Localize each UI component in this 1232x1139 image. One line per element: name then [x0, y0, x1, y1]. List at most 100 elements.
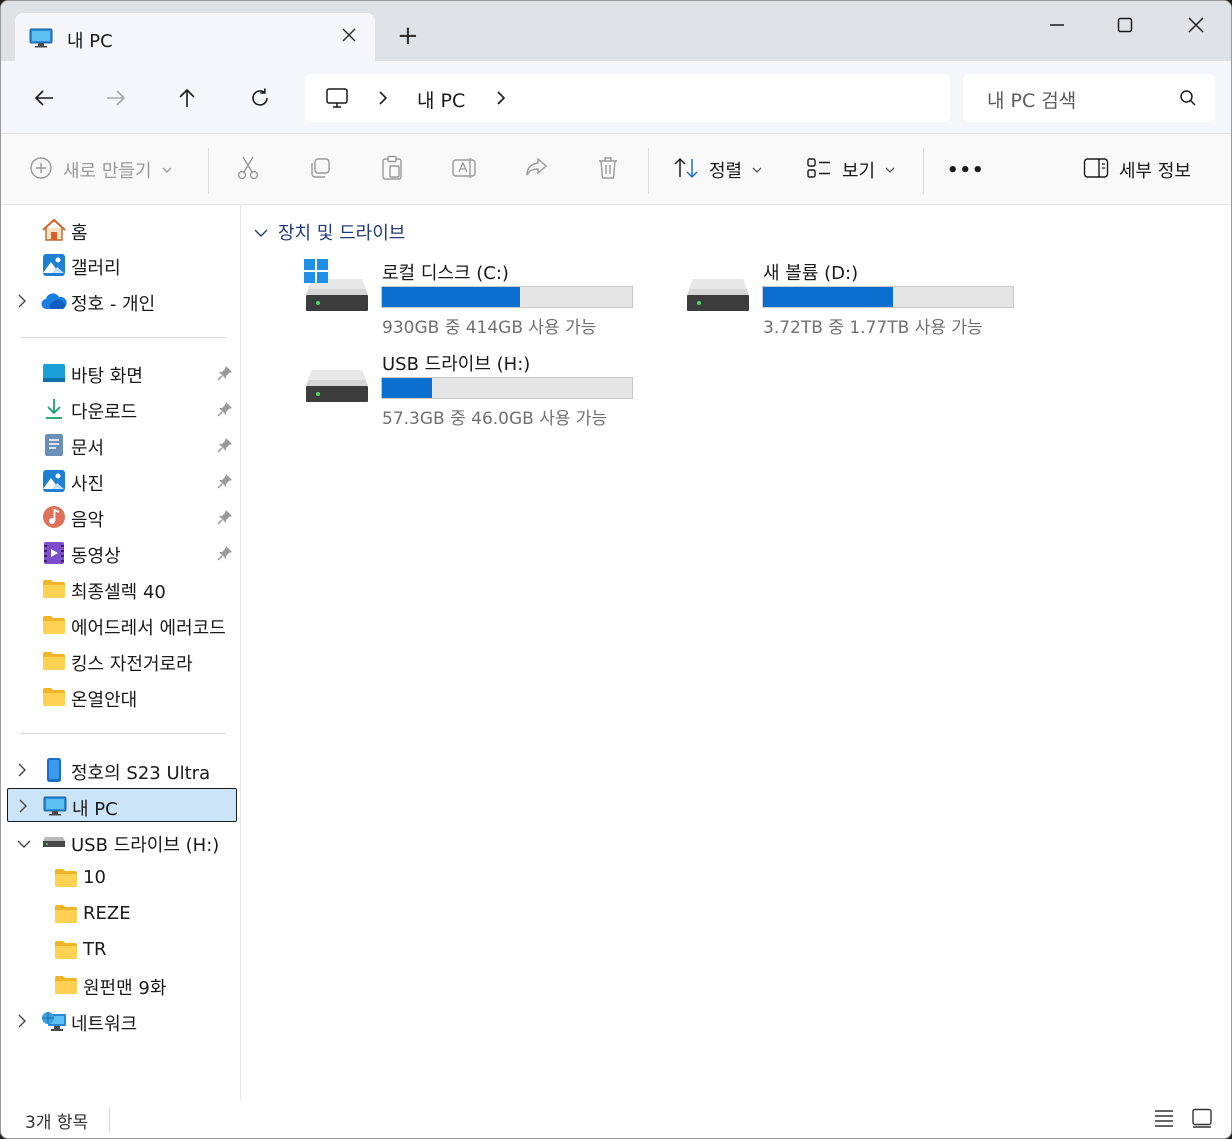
sort-button[interactable]: 정렬 — [673, 156, 762, 184]
sidebar-item-label: 정호 - 개인 — [71, 294, 156, 315]
sort-label: 정렬 — [709, 161, 743, 182]
breadcrumb-this-pc[interactable]: 내 PC — [417, 86, 465, 113]
search-box[interactable]: 내 PC 검색 — [963, 74, 1215, 122]
chevron-right-icon[interactable] — [377, 89, 389, 112]
back-button[interactable] — [27, 81, 61, 115]
rename-icon — [451, 156, 477, 185]
search-input[interactable]: 내 PC 검색 — [987, 86, 1076, 113]
view-button[interactable]: 보기 — [806, 156, 895, 184]
paste-button[interactable] — [380, 155, 404, 184]
drive-name: USB 드라이브 (H:) — [382, 354, 531, 375]
sidebar-item-label: 최종셀렉 40 — [71, 582, 166, 603]
chevron-down-icon — [885, 163, 895, 177]
chevron-right-icon[interactable] — [18, 798, 28, 819]
new-tab-button[interactable]: + — [397, 21, 419, 51]
copy-icon — [308, 156, 332, 185]
minimize-button[interactable] — [1037, 9, 1077, 41]
folder-icon — [41, 613, 67, 637]
sidebar-item-this-pc[interactable]: 내 PC — [7, 788, 237, 822]
sidebar-item-onedrive[interactable]: 정호 - 개인 — [7, 284, 237, 318]
sidebar-item-folder[interactable]: 온열안대 — [7, 680, 237, 714]
sidebar-item-music[interactable]: 음악 — [7, 500, 237, 534]
sidebar-item-folder[interactable]: 킹스 자전거로라 — [7, 644, 237, 678]
sidebar-item-label: 동영상 — [71, 546, 121, 567]
tab-title: 내 PC — [67, 31, 113, 52]
new-button[interactable]: 새로 만들기 — [29, 156, 172, 184]
plus-circle-icon — [29, 156, 53, 185]
share-button[interactable] — [524, 156, 548, 184]
sidebar-item-documents[interactable]: 문서 — [7, 428, 237, 462]
sidebar-item-label: 10 — [83, 867, 106, 888]
pc-icon — [325, 86, 349, 115]
large-icons-view-icon[interactable] — [1191, 1108, 1213, 1133]
address-bar[interactable]: 내 PC — [305, 74, 950, 122]
refresh-button[interactable] — [243, 81, 277, 115]
sidebar-item-home[interactable]: 홈 — [7, 213, 237, 247]
pin-icon[interactable] — [217, 509, 233, 530]
pin-icon[interactable] — [217, 545, 233, 566]
toolbar-divider — [923, 148, 924, 194]
rename-button[interactable] — [451, 156, 477, 184]
monitor-icon — [42, 794, 68, 818]
close-tab-icon[interactable] — [341, 24, 357, 48]
details-view-icon[interactable] — [1153, 1108, 1175, 1133]
up-button[interactable] — [170, 81, 204, 115]
drive-size-text: 930GB 중 414GB 사용 가능 — [382, 318, 597, 338]
sidebar-item-folder[interactable]: 최종셀렉 40 — [7, 572, 237, 606]
more-options-button[interactable]: ••• — [947, 156, 985, 184]
sidebar-item-usb-drive[interactable]: USB 드라이브 (H:) — [7, 825, 237, 859]
sidebar-item-videos[interactable]: 동영상 — [7, 536, 237, 570]
copy-button[interactable] — [308, 156, 332, 184]
pin-icon[interactable] — [217, 365, 233, 386]
sidebar-item-label: 다운로드 — [71, 402, 138, 423]
sidebar-item-network[interactable]: 네트워크 — [7, 1004, 237, 1038]
drive-item[interactable]: 새 볼륨 (D:) 3.72TB 중 1.77TB 사용 가능 — [685, 259, 1065, 339]
chevron-right-icon[interactable] — [17, 1013, 27, 1034]
folder-icon — [41, 649, 67, 673]
sidebar-item-label: 내 PC — [72, 799, 118, 820]
chevron-down-icon — [162, 163, 172, 177]
sidebar-item-folder[interactable]: 10 — [7, 861, 237, 895]
sidebar-item-folder[interactable]: REZE — [7, 897, 237, 931]
sidebar-item-pictures[interactable]: 사진 — [7, 464, 237, 498]
sidebar-item-label: 사진 — [71, 474, 105, 495]
pin-icon[interactable] — [217, 473, 233, 494]
drive-usage-fill — [382, 378, 432, 398]
share-icon — [524, 156, 548, 185]
sidebar-item-gallery[interactable]: 갤러리 — [7, 248, 237, 282]
sidebar-item-desktop[interactable]: 바탕 화면 — [7, 356, 237, 390]
sidebar-item-label: TR — [83, 939, 107, 960]
close-window-button[interactable] — [1176, 9, 1216, 41]
chevron-down-icon — [254, 222, 268, 243]
details-label: 세부 정보 — [1119, 161, 1191, 182]
folder-icon — [41, 685, 67, 709]
details-pane-button[interactable]: 세부 정보 — [1083, 156, 1191, 184]
sidebar-item-folder[interactable]: 원펀맨 9화 — [7, 968, 237, 1002]
sidebar-divider — [21, 733, 226, 734]
cut-button[interactable] — [236, 156, 260, 184]
delete-button[interactable] — [596, 156, 620, 184]
forward-button[interactable] — [99, 81, 133, 115]
sidebar-item-folder[interactable]: 에어드레서 에러코드 — [7, 608, 237, 642]
pin-icon[interactable] — [217, 401, 233, 422]
search-icon[interactable] — [1179, 89, 1197, 112]
drive-icon — [685, 273, 751, 320]
drive-item[interactable]: 로컬 디스크 (C:) 930GB 중 414GB 사용 가능 — [304, 259, 684, 339]
sidebar-item-folder[interactable]: TR — [7, 933, 237, 967]
chevron-right-icon[interactable] — [17, 762, 27, 783]
command-bar: 새로 만들기 정렬 보기 ••• 세부 정보 — [1, 133, 1231, 205]
maximize-button[interactable] — [1105, 9, 1145, 41]
drive-usage-fill — [763, 287, 893, 307]
tab-this-pc[interactable]: 내 PC — [15, 13, 375, 63]
folder-icon — [53, 938, 79, 962]
pin-icon[interactable] — [217, 437, 233, 458]
sidebar-item-downloads[interactable]: 다운로드 — [7, 392, 237, 426]
sort-arrows-icon — [673, 156, 699, 185]
chevron-right-icon[interactable] — [495, 89, 507, 112]
sidebar-item-phone[interactable]: 정호의 S23 Ultra — [7, 753, 237, 787]
drive-item[interactable]: USB 드라이브 (H:) 57.3GB 중 46.0GB 사용 가능 — [304, 350, 684, 430]
group-header-devices[interactable]: 장치 및 드라이브 — [254, 219, 405, 245]
chevron-right-icon[interactable] — [17, 293, 27, 314]
chevron-down-icon[interactable] — [17, 834, 31, 855]
drive-icon — [304, 364, 370, 411]
